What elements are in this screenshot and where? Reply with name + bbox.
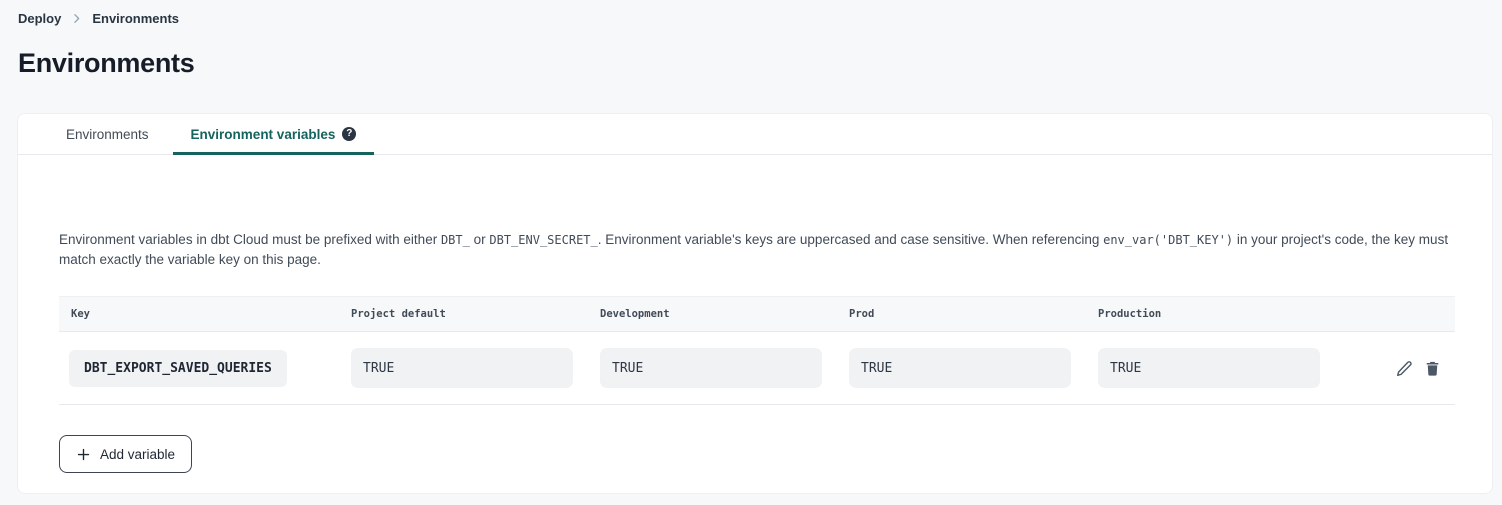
development-value-field[interactable]: TRUE — [600, 348, 822, 388]
column-header-prod: Prod — [849, 308, 1098, 320]
column-header-key: Key — [59, 308, 351, 320]
development-cell: TRUE — [600, 348, 849, 388]
env-vars-table: Key Project default Development Prod Pro… — [59, 296, 1455, 405]
project-default-value-field[interactable]: TRUE — [351, 348, 573, 388]
tab-bar: Environments Environment variables ? — [18, 114, 1492, 155]
production-value-field[interactable]: TRUE — [1098, 348, 1320, 388]
table-row: DBT_EXPORT_SAVED_QUERIES TRUE TRUE TRUE … — [59, 332, 1455, 405]
env-vars-description: Environment variables in dbt Cloud must … — [59, 230, 1452, 270]
description-text: . Environment variable's keys are upperc… — [598, 232, 1103, 247]
prod-cell: TRUE — [849, 348, 1098, 388]
breadcrumb-item-deploy[interactable]: Deploy — [18, 11, 61, 26]
environments-card: Environments Environment variables ? Env… — [17, 113, 1493, 494]
tab-environment-variables[interactable]: Environment variables ? — [173, 114, 375, 154]
tab-environments-label: Environments — [66, 127, 149, 142]
tab-environment-variables-label: Environment variables — [191, 127, 336, 142]
plus-icon — [76, 447, 91, 462]
add-variable-label: Add variable — [100, 447, 175, 462]
prod-value-field[interactable]: TRUE — [849, 348, 1071, 388]
description-text: or — [470, 232, 490, 247]
question-circle-icon[interactable]: ? — [342, 127, 356, 141]
breadcrumb: Deploy Environments — [18, 11, 1484, 26]
page-title: Environments — [18, 48, 1484, 79]
code-dbt-prefix: DBT_ — [441, 233, 470, 247]
tab-environments[interactable]: Environments — [48, 114, 167, 154]
chevron-right-icon — [70, 12, 83, 25]
description-text: Environment variables in dbt Cloud must … — [59, 232, 441, 247]
trash-icon[interactable] — [1424, 360, 1441, 377]
breadcrumb-item-environments: Environments — [92, 11, 179, 26]
table-header-row: Key Project default Development Prod Pro… — [59, 296, 1455, 332]
row-actions — [1347, 360, 1455, 377]
variable-key-pill: DBT_EXPORT_SAVED_QUERIES — [69, 350, 287, 387]
add-variable-button[interactable]: Add variable — [59, 435, 192, 473]
pencil-icon[interactable] — [1396, 360, 1413, 377]
column-header-development: Development — [600, 308, 849, 320]
column-header-production: Production — [1098, 308, 1347, 320]
variable-key-cell: DBT_EXPORT_SAVED_QUERIES — [59, 350, 351, 387]
page-header: Deploy Environments Environments — [0, 0, 1502, 79]
code-dbt-env-secret-prefix: DBT_ENV_SECRET_ — [489, 233, 597, 247]
project-default-cell: TRUE — [351, 348, 600, 388]
production-cell: TRUE — [1098, 348, 1347, 388]
column-header-project-default: Project default — [351, 308, 600, 320]
code-env-var-call: env_var('DBT_KEY') — [1103, 233, 1233, 247]
